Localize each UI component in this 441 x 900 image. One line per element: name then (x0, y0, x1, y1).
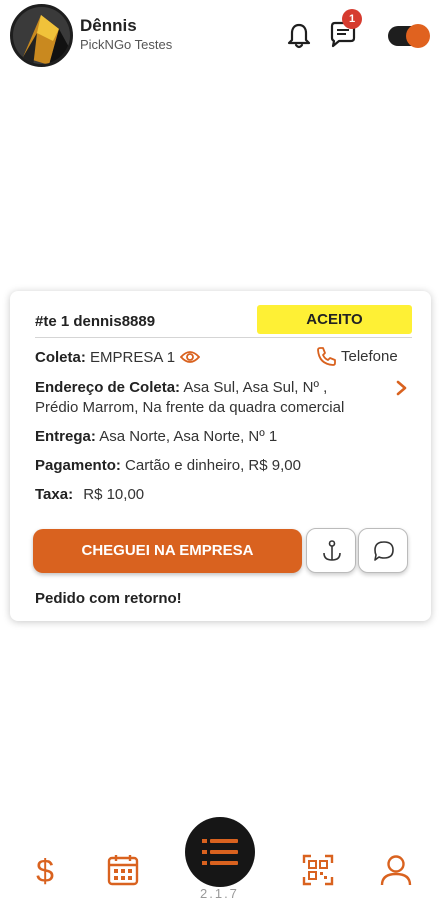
orders-fab[interactable] (185, 817, 255, 887)
chat-badge: 1 (342, 9, 362, 29)
coleta-label: Coleta: (35, 349, 86, 366)
endereco-line2: Prédio Marrom, Na frente da quadra comer… (35, 399, 345, 416)
phone-icon[interactable] (316, 346, 336, 366)
calendar-icon[interactable] (107, 853, 139, 887)
pagamento-row: Pagamento: Cartão e dinheiro, R$ 9,00 (35, 456, 301, 476)
order-card[interactable]: #te 1 dennis8889 ACEITO Coleta: EMPRESA … (10, 291, 431, 621)
divider (35, 337, 412, 338)
anchor-button[interactable] (306, 528, 356, 573)
availability-toggle[interactable] (388, 24, 430, 48)
toggle-knob (406, 24, 430, 48)
chat-bubble-icon (374, 541, 394, 561)
taxa-label: Taxa: (35, 486, 74, 503)
phone-link[interactable]: Telefone (341, 348, 398, 365)
coleta-value: EMPRESA 1 (90, 349, 176, 366)
entrega-value: Asa Norte, Asa Norte, Nº 1 (99, 428, 278, 445)
return-note: Pedido com retorno! (35, 590, 182, 607)
user-name: Dênnis (80, 16, 137, 35)
svg-text:$: $ (36, 853, 54, 887)
user-company: PickNGo Testes (80, 37, 173, 52)
endereco-label: Endereço de Coleta: (35, 379, 181, 396)
dollar-icon[interactable]: $ (29, 853, 61, 887)
arrived-button[interactable]: CHEGUEI NA EMPRESA (33, 529, 302, 573)
taxa-row: Taxa: R$ 10,00 (35, 485, 144, 505)
avatar-image (13, 7, 70, 64)
pagamento-label: Pagamento: (35, 457, 121, 474)
app-header: Dênnis PickNGo Testes 1 (0, 0, 441, 72)
app-version: 2.1.7 (200, 886, 239, 900)
entrega-row: Entrega: Asa Norte, Asa Norte, Nº 1 (35, 427, 277, 447)
status-badge: ACEITO (257, 305, 412, 334)
endereco-line1: Asa Sul, Asa Sul, Nº , (183, 379, 328, 396)
entrega-label: Entrega: (35, 428, 96, 445)
taxa-value: R$ 10,00 (83, 486, 145, 503)
endereco-row: Endereço de Coleta: Asa Sul, Asa Sul, Nº… (35, 378, 327, 398)
chevron-right-icon[interactable] (395, 379, 409, 397)
coleta-row: Coleta: EMPRESA 1 (35, 348, 175, 368)
list-icon (202, 839, 238, 865)
bell-icon[interactable] (286, 22, 312, 50)
user-icon[interactable] (380, 853, 412, 887)
order-id: #te 1 dennis8889 (35, 313, 156, 330)
eye-icon[interactable] (180, 349, 200, 365)
anchor-icon (323, 540, 341, 561)
avatar[interactable] (10, 4, 73, 67)
pagamento-value: Cartão e dinheiro, R$ 9,00 (125, 457, 301, 474)
message-button[interactable] (358, 528, 408, 573)
qr-code-icon[interactable] (302, 853, 334, 887)
